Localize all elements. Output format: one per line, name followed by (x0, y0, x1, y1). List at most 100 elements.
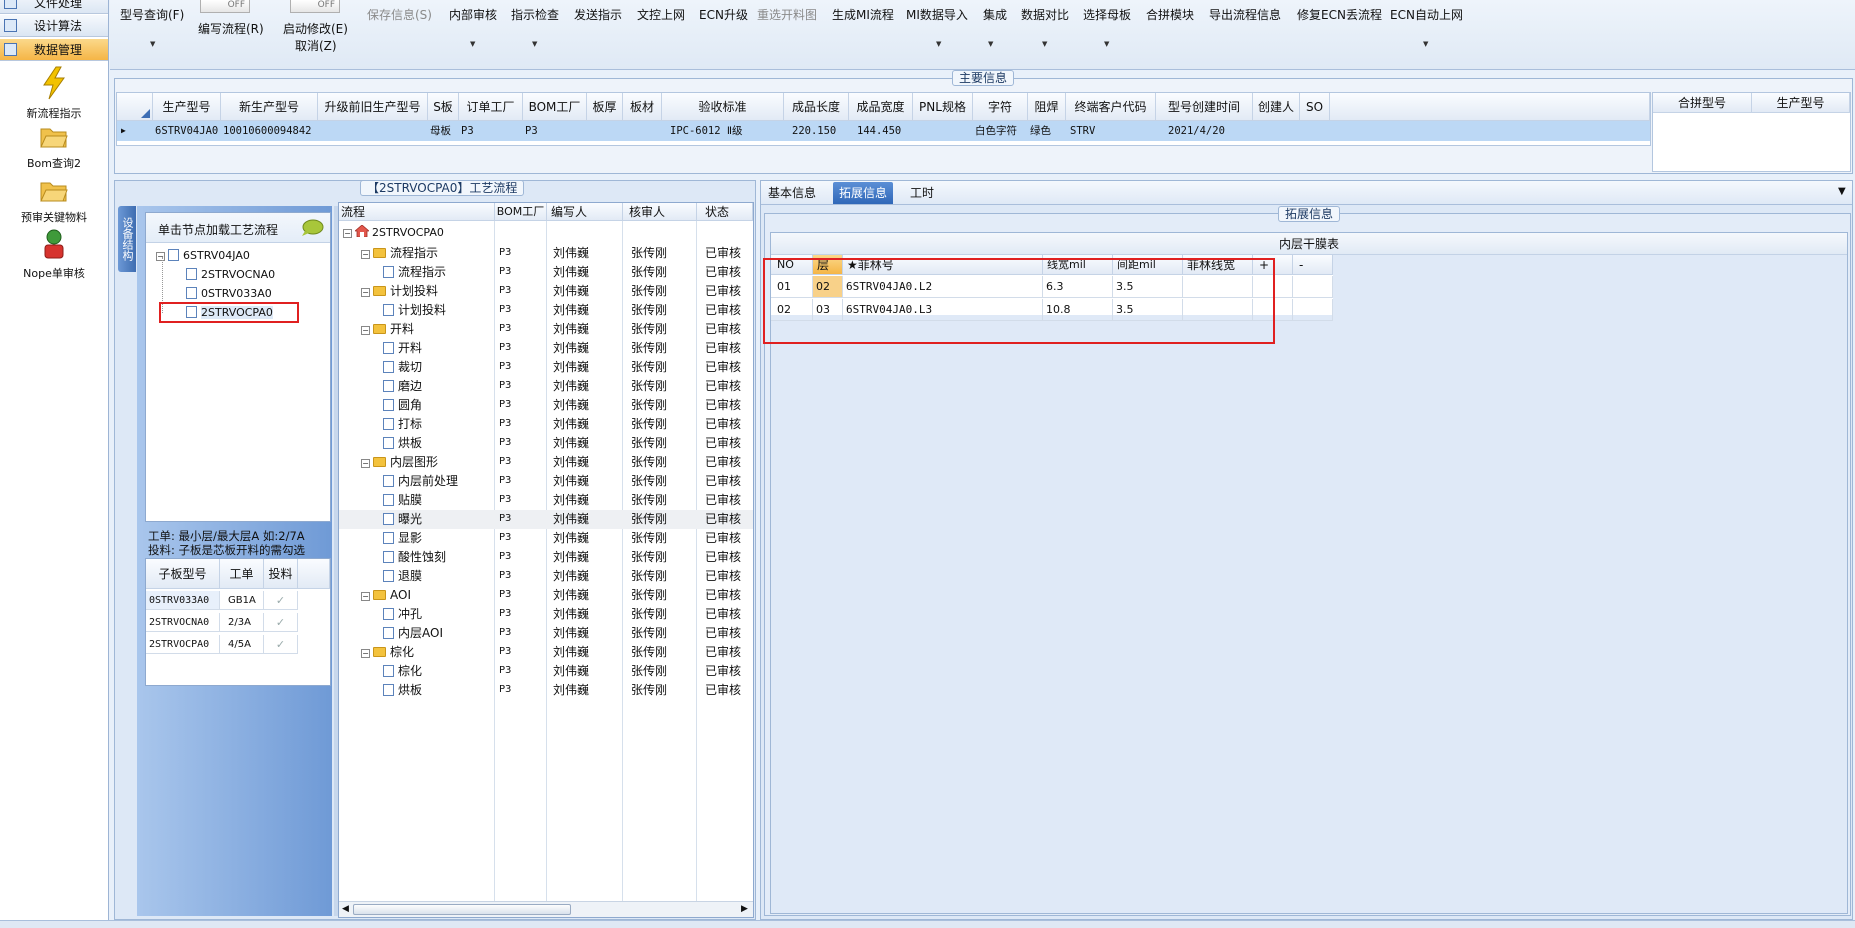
col-header[interactable]: 升级前旧生产型号 (318, 93, 428, 121)
cell[interactable]: 6STRV04JA0 (153, 121, 221, 141)
data-compare-button[interactable]: 数据对比 (1021, 6, 1069, 23)
scrollbar-thumb[interactable] (353, 904, 571, 915)
tree-node[interactable]: 0STRV033A0 (172, 286, 272, 302)
flow-writer-cell[interactable]: 刘伟巍 (553, 473, 589, 489)
flow-row[interactable]: − 内层图形 P3 刘伟巍 张传刚 已审核 (339, 453, 753, 472)
flow-status-cell[interactable]: 已审核 (705, 492, 741, 508)
flow-status-cell[interactable]: 已审核 (705, 606, 741, 622)
flow-step[interactable]: 计划投料 (383, 302, 446, 318)
flow-row[interactable]: 内层前处理 P3 刘伟巍 张传刚 已审核 (339, 472, 753, 491)
generate-mi-button[interactable]: 生成MI流程 (832, 6, 894, 23)
flow-writer-cell[interactable]: 刘伟巍 (553, 359, 589, 375)
collapse-icon[interactable]: − (361, 326, 370, 335)
col-header[interactable]: PNL规格 (913, 93, 973, 121)
col-header[interactable]: 成品宽度 (849, 93, 913, 121)
flow-status-cell[interactable]: 已审核 (705, 530, 741, 546)
scroll-left-icon[interactable]: ◀ (342, 904, 349, 914)
flow-reviewer-cell[interactable]: 张传刚 (631, 283, 667, 299)
flow-reviewer-cell[interactable]: 张传刚 (631, 454, 667, 470)
flow-step[interactable]: 内层前处理 (383, 473, 458, 489)
col-header[interactable]: 阻焊 (1028, 93, 1066, 121)
flow-status-cell[interactable]: 已审核 (705, 283, 741, 299)
flow-status-cell[interactable]: 已审核 (705, 397, 741, 413)
flow-row[interactable]: 烘板 P3 刘伟巍 张传刚 已审核 (339, 434, 753, 453)
flow-status-cell[interactable]: 已审核 (705, 682, 741, 698)
flow-writer-cell[interactable]: 刘伟巍 (553, 397, 589, 413)
flow-writer-cell[interactable]: 刘伟巍 (553, 644, 589, 660)
flow-row[interactable]: − 流程指示 P3 刘伟巍 张传刚 已审核 (339, 244, 753, 263)
flow-step[interactable]: − 开料 (361, 321, 414, 337)
flow-row[interactable]: − 棕化 P3 刘伟巍 张传刚 已审核 (339, 643, 753, 662)
cell[interactable]: 绿色 (1028, 121, 1066, 141)
flow-status-cell[interactable]: 已审核 (705, 416, 741, 432)
col-header[interactable]: 验收标准 (662, 93, 784, 121)
flow-bom-cell[interactable]: P3 (499, 644, 511, 660)
nav-item-design[interactable]: 设计算法 (0, 15, 108, 37)
flow-row[interactable]: 计划投料 P3 刘伟巍 张传刚 已审核 (339, 301, 753, 320)
flow-step[interactable]: 显影 (383, 530, 422, 546)
flow-reviewer-cell[interactable]: 张传刚 (631, 492, 667, 508)
flow-row[interactable]: 裁切 P3 刘伟巍 张传刚 已审核 (339, 358, 753, 377)
send-instruction-button[interactable]: 发送指示 (574, 6, 622, 23)
flow-step[interactable]: − AOI (361, 587, 411, 603)
flow-reviewer-cell[interactable]: 张传刚 (631, 321, 667, 337)
flow-row[interactable]: 磨边 P3 刘伟巍 张传刚 已审核 (339, 377, 753, 396)
ecn-upgrade-button[interactable]: ECN升级 (699, 6, 748, 23)
tree-node[interactable]: 2STRVOCNA0 (172, 267, 275, 283)
flow-writer-cell[interactable]: 刘伟巍 (553, 663, 589, 679)
flow-writer-cell[interactable]: 刘伟巍 (553, 625, 589, 641)
flow-reviewer-cell[interactable]: 张传刚 (631, 530, 667, 546)
flow-row[interactable]: 烘板 P3 刘伟巍 张传刚 已审核 (339, 681, 753, 700)
cell[interactable]: P3 (459, 121, 523, 141)
flow-row[interactable]: 圆角 P3 刘伟巍 张传刚 已审核 (339, 396, 753, 415)
chevron-down-icon[interactable]: ▼ (1042, 40, 1047, 48)
col-header[interactable]: 状态 (697, 203, 753, 221)
flow-step[interactable]: 流程指示 (383, 264, 446, 280)
chevron-down-icon[interactable]: ▼ (532, 40, 537, 48)
flow-row[interactable]: 冲孔 P3 刘伟巍 张传刚 已审核 (339, 605, 753, 624)
flow-status-cell[interactable]: 已审核 (705, 663, 741, 679)
col-header[interactable]: 合拼型号 (1653, 93, 1752, 113)
col-header[interactable]: 板厚 (587, 93, 623, 121)
collapse-icon[interactable]: − (156, 252, 165, 261)
flow-bom-cell[interactable]: P3 (499, 682, 511, 698)
col-header[interactable]: 板材 (623, 93, 662, 121)
start-edit-toggle[interactable]: OFF (290, 0, 340, 13)
tab-hours[interactable]: 工时 (904, 182, 940, 204)
flow-bom-cell[interactable]: P3 (499, 264, 511, 280)
flow-bom-cell[interactable]: P3 (499, 606, 511, 622)
col-header[interactable]: 投料 (264, 559, 298, 589)
col-header[interactable]: 创建人 (1253, 93, 1300, 121)
flow-bom-cell[interactable]: P3 (499, 511, 511, 527)
flow-bom-cell[interactable]: P3 (499, 663, 511, 679)
col-header[interactable]: 编写人 (547, 203, 623, 221)
flow-step[interactable]: 烘板 (383, 682, 422, 698)
flow-reviewer-cell[interactable]: 张传刚 (631, 587, 667, 603)
sub-order-cell[interactable]: 2/3A (220, 613, 264, 632)
write-flow-toggle[interactable]: OFF (200, 0, 250, 13)
flow-status-cell[interactable]: 已审核 (705, 473, 741, 489)
flow-bom-cell[interactable]: P3 (499, 568, 511, 584)
flow-bom-cell[interactable]: P3 (499, 321, 511, 337)
flow-step[interactable]: 裁切 (383, 359, 422, 375)
flow-row[interactable]: 棕化 P3 刘伟巍 张传刚 已审核 (339, 662, 753, 681)
flow-writer-cell[interactable]: 刘伟巍 (553, 245, 589, 261)
flow-status-cell[interactable]: 已审核 (705, 568, 741, 584)
col-header[interactable]: 生产型号 (1752, 93, 1850, 113)
flow-step[interactable]: − 棕化 (361, 644, 414, 660)
scroll-right-icon[interactable]: ▶ (741, 904, 748, 914)
flow-writer-cell[interactable]: 刘伟巍 (553, 682, 589, 698)
flow-reviewer-cell[interactable]: 张传刚 (631, 378, 667, 394)
flow-row[interactable]: 打标 P3 刘伟巍 张传刚 已审核 (339, 415, 753, 434)
ecn-auto-online-button[interactable]: ECN自动上网 (1390, 6, 1463, 23)
remove-cell[interactable] (1293, 276, 1333, 298)
flow-row[interactable]: − AOI P3 刘伟巍 张传刚 已审核 (339, 586, 753, 605)
flow-status-cell[interactable]: 已审核 (705, 549, 741, 565)
col-header[interactable]: S板 (428, 93, 459, 121)
cell[interactable] (623, 121, 662, 141)
flow-bom-cell[interactable]: P3 (499, 473, 511, 489)
flow-writer-cell[interactable]: 刘伟巍 (553, 283, 589, 299)
flow-status-cell[interactable]: 已审核 (705, 321, 741, 337)
sub-order-cell[interactable]: GB1A (220, 591, 264, 610)
col-header[interactable]: 终端客户代码 (1066, 93, 1156, 121)
